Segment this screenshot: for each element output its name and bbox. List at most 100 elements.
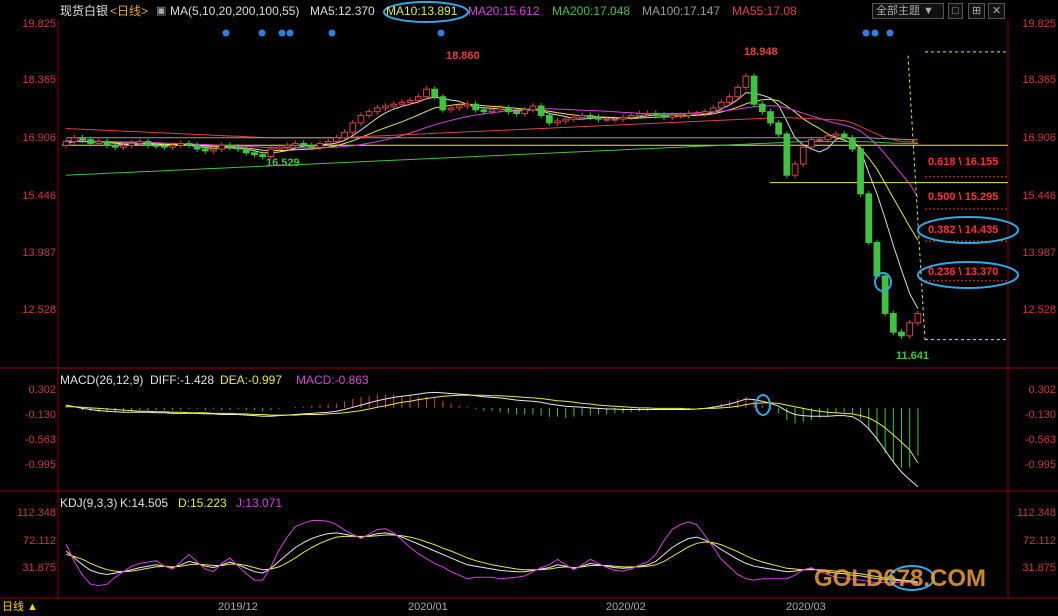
candle-body (742, 75, 750, 88)
candle-body (734, 86, 742, 98)
candle-body (275, 146, 283, 150)
candle-body (660, 114, 668, 118)
macd-tick-right: -0.130 (1024, 409, 1056, 421)
event-marker (278, 29, 286, 37)
candle-body (644, 113, 651, 116)
candle-body (709, 107, 717, 113)
candle-body (857, 148, 864, 195)
event-marker (437, 29, 445, 37)
price-tick-right: 18.365 (1022, 74, 1056, 86)
macd-title: MACD(26,12,9) (60, 373, 144, 387)
kdj-tick-right: 72.112 (1023, 535, 1056, 547)
candle-body (865, 193, 873, 243)
kdj-line-j (65, 520, 918, 587)
high-label: 18.860 (446, 50, 480, 62)
candle-body (636, 113, 643, 116)
candle-body (62, 141, 70, 146)
candle-body (480, 109, 488, 113)
candle-body (619, 116, 627, 120)
candle-body (775, 122, 783, 135)
candle-body (242, 148, 250, 154)
candle-body (578, 114, 586, 118)
fib-label-0618: 0.618 \ 16.155 (928, 156, 999, 168)
macd-dea-value: DEA:-0.997 (220, 373, 283, 387)
candle-body (824, 135, 832, 141)
price-chart (0, 1, 1058, 599)
low-label: 16.529 (266, 157, 300, 169)
candle-body (218, 144, 226, 150)
ma-params: MA(5,10,20,200,100,55) (170, 4, 300, 18)
high-label: 18.948 (744, 46, 778, 58)
close-button[interactable]: ✕ (988, 3, 1006, 19)
candle-body (783, 133, 791, 176)
instrument-title: 现货白银 (60, 4, 109, 18)
kdj-tick-left: 72.112 (23, 535, 56, 547)
candle-body (832, 133, 840, 137)
candle-body (341, 131, 348, 139)
date-label: 2019/12 (218, 601, 258, 613)
candle-body (758, 103, 766, 113)
candle-body (324, 141, 332, 144)
date-label: 2020/02 (606, 601, 646, 613)
ma-line-ma5 (65, 92, 919, 309)
candle-body (799, 146, 807, 165)
event-marker (886, 29, 894, 37)
kdj-tick-right: 112.348 (1017, 507, 1056, 519)
candle-body (120, 144, 127, 148)
fib-label-0382: 0.382 \ 14.435 (928, 224, 999, 236)
kdj-line-k (65, 532, 918, 583)
candle-body (136, 141, 144, 144)
candle-body (849, 137, 856, 150)
candle-body (390, 103, 398, 107)
kdj-j-value: J:13.071 (236, 496, 283, 510)
price-tick-right: 16.906 (1022, 132, 1056, 144)
price-tick-left: 18.365 (22, 74, 56, 86)
event-marker (328, 29, 336, 37)
candle-body (414, 96, 422, 101)
layout-button[interactable]: ⊞ (968, 3, 986, 19)
candle-body (717, 101, 725, 109)
macd-tick-left: -0.130 (24, 409, 56, 421)
macd-tick-left: -0.995 (24, 459, 56, 471)
candle-body (447, 107, 455, 111)
candle-body (881, 275, 889, 314)
period-label: <日线> (110, 4, 149, 18)
candle-body (693, 113, 701, 116)
chart-window: 现货白银 <日线> ▣ MA(5,10,20,200,100,55) MA5:1… (0, 0, 1058, 616)
kdj-tick-left: 31.875 (22, 562, 56, 574)
candle-body (185, 142, 193, 146)
price-tick-left: 15.446 (22, 190, 56, 202)
restore-button[interactable]: □ (948, 3, 963, 19)
candle-body (406, 99, 414, 103)
kdj-tick-left: 112.348 (17, 507, 56, 519)
ma-settings-icon[interactable]: ▣ (156, 4, 166, 18)
candle-body (103, 141, 111, 146)
candle-body (554, 120, 561, 124)
date-label: 2020/01 (408, 601, 448, 613)
period-tab[interactable]: 日线 ▲ (2, 600, 38, 614)
candle-body (144, 141, 152, 146)
theme-dropdown[interactable]: 全部主题 ▼ (872, 3, 944, 19)
candle-body (595, 116, 602, 120)
macd-tick-right: -0.995 (1024, 459, 1056, 471)
candle-body (750, 75, 758, 105)
fib-label-0236: 0.236 \ 13.370 (928, 266, 999, 278)
candle-body (889, 312, 897, 333)
candle-body (234, 146, 242, 150)
candle-body (95, 141, 103, 144)
candle-body (431, 88, 439, 98)
ma20-value: MA20:15.612 (468, 4, 540, 18)
candle-body (873, 241, 881, 277)
candle-body (308, 144, 316, 148)
candle-body (701, 111, 709, 115)
event-marker (258, 29, 266, 37)
candle-body (488, 109, 496, 113)
candle-body (292, 142, 299, 146)
candle-body (349, 122, 357, 133)
candle-body (251, 152, 258, 156)
macd-tick-right: 0.302 (1028, 384, 1056, 396)
fib-trend-line (907, 55, 926, 340)
highlight-ellipse (755, 394, 771, 416)
kdj-title: KDJ(9,3,3) (60, 496, 118, 510)
price-tick-left: 12.528 (22, 304, 56, 316)
